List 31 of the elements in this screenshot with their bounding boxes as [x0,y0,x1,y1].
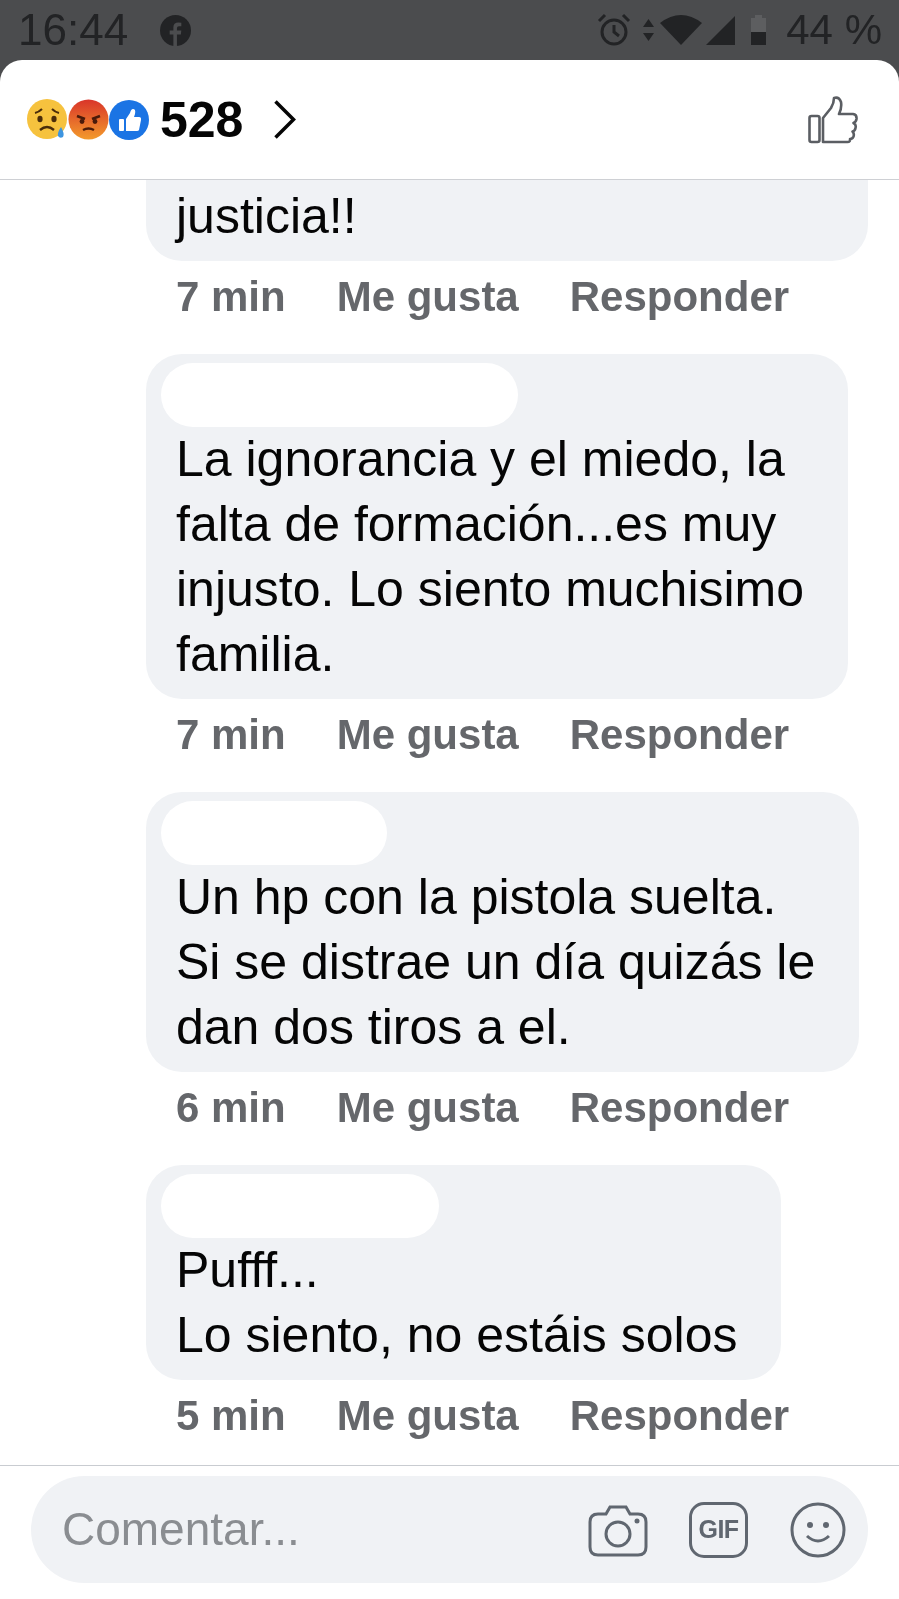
thumbs-up-icon[interactable] [808,95,858,144]
like-link[interactable]: Me gusta [336,714,519,756]
like-link[interactable]: Me gusta [336,276,519,318]
reply-link[interactable]: Responder [569,1395,790,1437]
comment-field[interactable]: Comentar... GIF [31,1476,868,1583]
comment-text: Un hp con la pistola suelta. Si se distrae un día quizás le dan dos tiros a el. [176,868,816,1057]
battery-icon [751,15,767,45]
reply-link[interactable]: Responder [569,1087,790,1129]
alarm-icon [597,13,632,47]
angry-emoji-icon [68,99,109,140]
comment-time: 7 min [176,714,286,756]
comment-time: 6 min [176,1087,286,1129]
comment-text: justicia!! [176,187,358,246]
reaction-count[interactable]: 528 [160,94,244,145]
comment-time: 7 min [176,276,286,318]
chevron-right-icon[interactable] [273,99,297,140]
like-emoji-icon [109,99,149,140]
comment-time: 5 min [176,1395,286,1437]
like-link[interactable]: Me gusta [336,1395,519,1437]
signal-icon [706,15,736,45]
gif-button[interactable]: GIF [689,1501,748,1558]
facebook-logo-icon [160,14,192,46]
data-arrows-icon [643,19,655,41]
like-link[interactable]: Me gusta [336,1087,519,1129]
smiley-icon[interactable] [790,1501,846,1558]
sad-emoji-icon [26,98,69,141]
reply-link[interactable]: Responder [569,714,790,756]
comment-text: La ignorancia y el miedo, la falta de formación...es muy injusto. Lo siento muchisimo familia. [176,430,805,684]
comment-text: Pufff... Lo siento, no estáis solos [176,1241,738,1365]
reply-link[interactable]: Responder [569,276,790,318]
wifi-icon [660,15,703,45]
